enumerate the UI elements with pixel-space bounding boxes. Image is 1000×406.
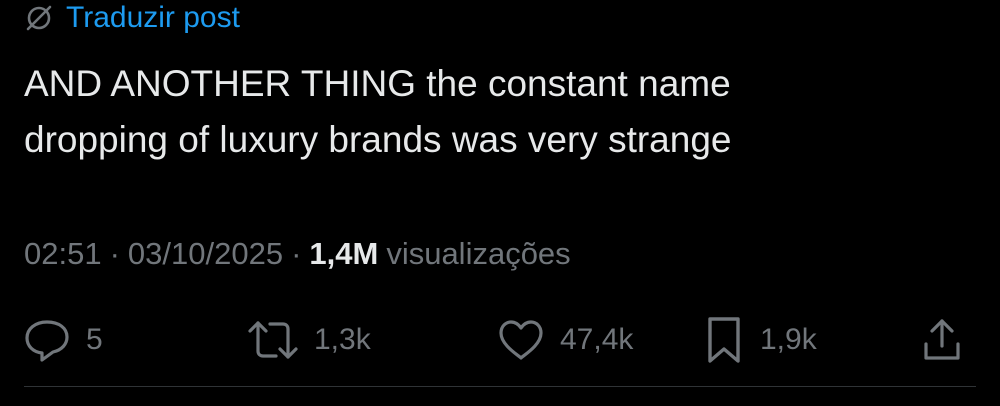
post-date[interactable]: 03/10/2025 [128, 236, 283, 272]
translate-post-label: Traduzir post [66, 1, 240, 34]
globe-slash-icon [24, 3, 54, 33]
repost-button[interactable]: 1,3k [246, 314, 371, 366]
divider [24, 386, 976, 387]
views-count[interactable]: 1,4M [309, 236, 378, 272]
reply-button[interactable]: 5 [22, 314, 103, 366]
action-bar: 5 1,3k 47,4k 1,9k [22, 314, 970, 366]
repost-icon [246, 318, 300, 362]
share-button[interactable] [918, 314, 966, 366]
views-label: visualizações [386, 236, 571, 271]
bookmark-icon [702, 315, 746, 365]
post-text: AND ANOTHER THING the constant name drop… [24, 56, 974, 168]
share-icon [918, 316, 966, 364]
translate-post-link[interactable]: Traduzir post [24, 0, 240, 36]
reply-count: 5 [86, 323, 103, 356]
meta-separator: · [291, 236, 302, 271]
bookmark-button[interactable]: 1,9k [702, 314, 817, 366]
post-meta: 02:51 · 03/10/2025 · 1,4M visualizações [24, 232, 571, 276]
post-time[interactable]: 02:51 [24, 236, 102, 272]
heart-icon [496, 318, 546, 362]
post-text-line-2: dropping of luxury brands was very stran… [24, 119, 732, 160]
meta-separator: · [109, 236, 120, 271]
like-count: 47,4k [560, 323, 634, 356]
bookmark-count: 1,9k [760, 323, 817, 356]
like-button[interactable]: 47,4k [496, 314, 633, 366]
post-text-line-1: AND ANOTHER THING the constant name [24, 63, 731, 104]
repost-count: 1,3k [314, 323, 371, 356]
reply-icon [22, 317, 72, 363]
